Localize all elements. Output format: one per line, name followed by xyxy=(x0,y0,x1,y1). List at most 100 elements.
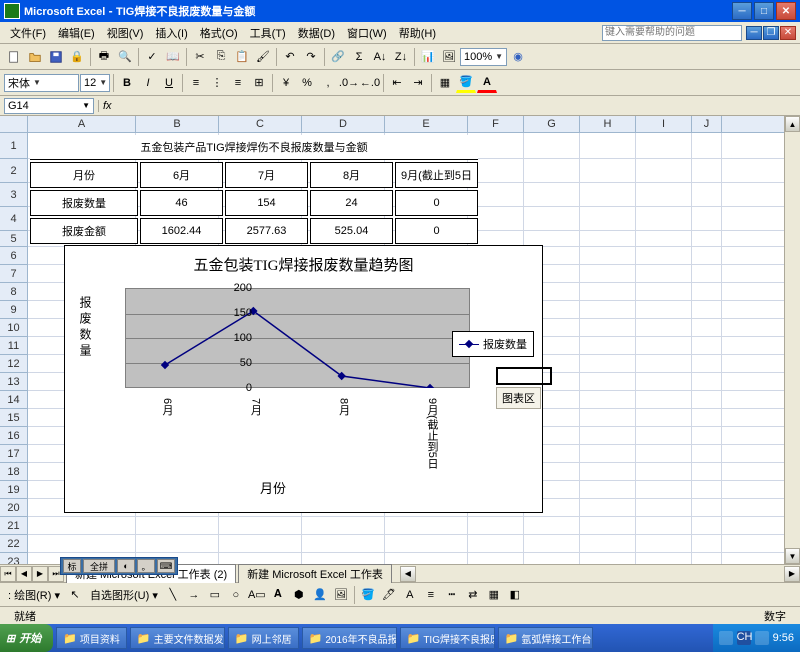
table-cell[interactable]: 24 xyxy=(310,190,393,216)
copy-button[interactable]: ⎘ xyxy=(211,47,231,67)
taskbar-button[interactable]: 📁氩弧焊接工作台... xyxy=(498,627,593,649)
borders-button[interactable]: ▦ xyxy=(435,73,455,93)
table-header-cell[interactable]: 8月 xyxy=(310,162,393,188)
diagram-button[interactable]: ⬢ xyxy=(289,585,309,605)
hyperlink-button[interactable]: 🔗 xyxy=(328,47,348,67)
rectangle-button[interactable]: ▭ xyxy=(205,585,225,605)
sort-asc-button[interactable]: A↓ xyxy=(370,47,390,67)
oval-button[interactable]: ○ xyxy=(226,585,246,605)
3d-button[interactable]: ◧ xyxy=(505,585,525,605)
menu-item[interactable]: 工具(T) xyxy=(244,23,292,43)
menu-item[interactable]: 插入(I) xyxy=(149,23,193,43)
close-button[interactable]: ✕ xyxy=(776,2,796,20)
tab-first-button[interactable]: ⏮ xyxy=(0,566,16,582)
tab-next-button[interactable]: ▶ xyxy=(32,566,48,582)
taskbar-button[interactable]: 📁2016年不良品报... xyxy=(302,627,397,649)
autoshapes-menu[interactable]: 自选图形(U) ▾ xyxy=(86,587,162,603)
table-header-cell[interactable]: 9月(截止到5日 xyxy=(395,162,478,188)
select-objects-button[interactable]: ↖ xyxy=(65,585,85,605)
name-box[interactable]: G14▼ xyxy=(4,98,94,114)
font-color-button[interactable]: A xyxy=(477,73,497,93)
tab-prev-button[interactable]: ◀ xyxy=(16,566,32,582)
zoom-combo[interactable]: 100%▼ xyxy=(460,48,507,66)
taskbar-button[interactable]: 📁项目资料 xyxy=(56,627,127,649)
sheet-tab[interactable]: 新建 Microsoft Excel 工作表 xyxy=(238,564,392,583)
ime-mode-icon[interactable]: 标 xyxy=(63,559,81,573)
tray-icon[interactable] xyxy=(719,631,733,645)
ime-toolbar[interactable]: 标 全拼 ◐ 。 ⌨ xyxy=(60,557,178,575)
table-cell[interactable]: 报废金额 xyxy=(30,218,138,244)
new-button[interactable] xyxy=(4,47,24,67)
spelling-button[interactable]: ✓ xyxy=(142,47,162,67)
row-header[interactable]: 19 xyxy=(0,481,27,499)
save-button[interactable] xyxy=(46,47,66,67)
system-tray[interactable]: CH 9:56 xyxy=(713,624,800,652)
vertical-scrollbar[interactable]: ▲ ▼ xyxy=(784,116,800,564)
menu-item[interactable]: 数据(D) xyxy=(292,23,341,43)
decrease-decimal-button[interactable]: ←.0 xyxy=(360,73,380,93)
table-cell[interactable]: 2577.63 xyxy=(225,218,308,244)
column-header[interactable]: C xyxy=(219,116,302,132)
table-cell[interactable]: 0 xyxy=(395,218,478,244)
taskbar-button[interactable]: 📁主要文件数据发... xyxy=(130,627,225,649)
table-header-cell[interactable]: 7月 xyxy=(225,162,308,188)
autosum-button[interactable]: Σ xyxy=(349,47,369,67)
decrease-indent-button[interactable]: ⇤ xyxy=(387,73,407,93)
doc-close-button[interactable]: ✕ xyxy=(780,26,796,40)
increase-indent-button[interactable]: ⇥ xyxy=(408,73,428,93)
column-header[interactable]: F xyxy=(468,116,524,132)
menu-item[interactable]: 视图(V) xyxy=(101,23,150,43)
redo-button[interactable]: ↷ xyxy=(301,47,321,67)
menu-item[interactable]: 编辑(E) xyxy=(52,23,101,43)
table-header-cell[interactable]: 月份 xyxy=(30,162,138,188)
increase-decimal-button[interactable]: .0→ xyxy=(339,73,359,93)
wordart-button[interactable]: 𝐀 xyxy=(268,585,288,605)
row-header[interactable]: 17 xyxy=(0,445,27,463)
scroll-left-button[interactable]: ◀ xyxy=(400,566,416,582)
column-header[interactable]: I xyxy=(636,116,692,132)
horizontal-scrollbar[interactable]: ◀ ▶ xyxy=(400,566,800,582)
picture-button[interactable]: 🖼 xyxy=(331,585,351,605)
print-preview-button[interactable]: 🔍 xyxy=(115,47,135,67)
font-color-draw-button[interactable]: A xyxy=(400,585,420,605)
italic-button[interactable]: I xyxy=(138,73,158,93)
chart[interactable]: 五金包装TIG焊接报废数量趋势图 报废数量 050100150200 6月7月8… xyxy=(64,245,543,513)
row-header[interactable]: 20 xyxy=(0,499,27,517)
doc-restore-button[interactable]: ❐ xyxy=(763,26,779,40)
align-right-button[interactable]: ≡ xyxy=(228,73,248,93)
table-cell[interactable]: 0 xyxy=(395,190,478,216)
help-search-input[interactable] xyxy=(602,25,742,41)
row-header[interactable]: 23 xyxy=(0,553,27,564)
comma-button[interactable]: , xyxy=(318,73,338,93)
chart-area-button[interactable]: 图表区 xyxy=(496,387,541,409)
shadow-button[interactable]: ▦ xyxy=(484,585,504,605)
undo-button[interactable]: ↶ xyxy=(280,47,300,67)
merge-center-button[interactable]: ⊞ xyxy=(249,73,269,93)
select-all-corner[interactable] xyxy=(0,116,28,132)
active-cell[interactable] xyxy=(496,367,552,385)
chart-wizard-button[interactable]: 📊 xyxy=(418,47,438,67)
column-header[interactable]: H xyxy=(580,116,636,132)
start-button[interactable]: ⊞ 开始 xyxy=(0,624,53,652)
arrow-style-button[interactable]: ⇄ xyxy=(463,585,483,605)
menu-item[interactable]: 帮助(H) xyxy=(393,23,442,43)
row-header[interactable]: 22 xyxy=(0,535,27,553)
clipart-button[interactable]: 👤 xyxy=(310,585,330,605)
row-header[interactable]: 10 xyxy=(0,319,27,337)
scroll-up-button[interactable]: ▲ xyxy=(785,116,800,132)
taskbar-button[interactable]: 📁网上邻居 xyxy=(228,627,299,649)
row-header[interactable]: 21 xyxy=(0,517,27,535)
row-header[interactable]: 4 xyxy=(0,207,27,231)
scroll-down-button[interactable]: ▼ xyxy=(785,548,800,564)
open-button[interactable] xyxy=(25,47,45,67)
ime-shape-icon[interactable]: ◐ xyxy=(117,559,135,573)
data-table[interactable]: 五金包装产品TIG焊接焊伤不良报废数量与金额 月份6月7月8月9月(截止到5日 … xyxy=(28,133,480,246)
column-header[interactable]: B xyxy=(136,116,219,132)
tray-icon[interactable] xyxy=(755,631,769,645)
underline-button[interactable]: U xyxy=(159,73,179,93)
sort-desc-button[interactable]: Z↓ xyxy=(391,47,411,67)
align-left-button[interactable]: ≡ xyxy=(186,73,206,93)
row-header[interactable]: 16 xyxy=(0,427,27,445)
arrow-button[interactable]: → xyxy=(184,585,204,605)
font-size-combo[interactable]: 12▼ xyxy=(80,74,110,92)
